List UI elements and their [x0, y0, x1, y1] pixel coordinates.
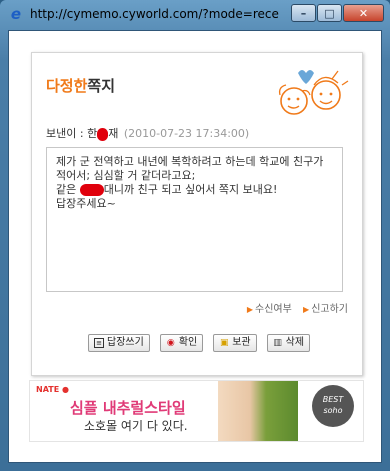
sender-label: 보낸이 : [46, 127, 88, 140]
message-body: 제가 군 전역하고 내년에 복학하려고 하는데 학교에 친구가 적어서; 심심할… [56, 155, 331, 211]
sent-date: (2010-07-23 17:34:00) [123, 127, 250, 140]
triangle-right-icon: ▶ [246, 305, 254, 314]
nate-logo: NATE ● [36, 385, 69, 394]
reply-button[interactable]: ≡ 답장쓰기 [88, 334, 150, 352]
folder-icon: ▣ [219, 338, 229, 348]
action-links: ▶ 수신여부 ▶ 신고하기 [247, 300, 348, 315]
message-line-2-end: 대니까 친구 되고 싶어서 쪽지 보내요! [103, 183, 278, 196]
confirm-button[interactable]: ◉ 확인 [159, 334, 204, 352]
sender-name-end[interactable]: 재 [108, 127, 118, 140]
receipt-status-link[interactable]: 수신여부 [255, 304, 292, 315]
message-line-3: 답장주세요~ [56, 197, 116, 210]
save-button-label: 보관 [232, 337, 251, 348]
window-title: http://cymemo.cyworld.com/?mode=receive.… [30, 7, 280, 21]
couple-doodle-icon [278, 70, 349, 115]
message-box[interactable]: 제가 군 전역하고 내년에 복학하려고 하는데 학교에 친구가 적어서; 심심할… [46, 147, 343, 292]
message-line-1: 제가 군 전역하고 내년에 복학하려고 하는데 학교에 친구가 적어서; 심심할… [56, 155, 327, 182]
minimize-button[interactable]: – [291, 4, 316, 22]
reply-button-label: 답장쓰기 [107, 337, 144, 348]
memo-brand: 다정한쪽지 [46, 75, 115, 96]
message-redaction [79, 184, 104, 196]
brand-dark-text: 쪽지 [87, 77, 116, 95]
action-buttons: ≡ 답장쓰기 ◉ 확인 ▣ 보관 ▥ 삭제 [88, 334, 311, 352]
browser-window: e http://cymemo.cyworld.com/?mode=receiv… [0, 0, 390, 471]
brand-colored-text: 다정한 [46, 77, 88, 95]
memo-write-icon: ≡ [94, 338, 104, 348]
best-soho-badge: BEST soho [312, 385, 354, 427]
message-line-2-start: 같은 [56, 183, 80, 196]
advertisement-banner[interactable]: NATE ● 심플 내추럴스타일 소호몰 여기 다 있다. BEST soho [29, 380, 364, 442]
ad-subline: 소호몰 여기 다 있다. [84, 419, 188, 433]
ad-headline: 심플 내추럴스타일 [70, 399, 186, 417]
window-controls: – □ ✕ [291, 4, 384, 22]
sender-name-start[interactable]: 한 [87, 127, 97, 140]
report-link[interactable]: 신고하기 [311, 304, 348, 315]
confirm-button-label: 확인 [178, 337, 198, 348]
memo-card: 다정한쪽지 보낸이 : 한재 (2010-07-23 17:34:00) 제가 … [31, 52, 363, 376]
title-bar[interactable]: e http://cymemo.cyworld.com/?mode=receiv… [4, 2, 386, 26]
sender-redaction [97, 127, 109, 141]
close-button[interactable]: ✕ [343, 4, 384, 22]
save-button[interactable]: ▣ 보관 [213, 334, 257, 352]
confirm-icon: ◉ [166, 338, 175, 348]
delete-button[interactable]: ▥ 삭제 [266, 334, 311, 352]
trash-icon: ▥ [273, 338, 282, 348]
delete-button-label: 삭제 [285, 337, 305, 348]
ad-photo [218, 381, 298, 441]
triangle-right-icon: ▶ [303, 305, 310, 314]
ie-browser-icon: e [10, 5, 22, 23]
sender-line: 보낸이 : 한재 (2010-07-23 17:34:00) [46, 125, 249, 141]
maximize-button[interactable]: □ [317, 4, 342, 22]
page-content: 다정한쪽지 보낸이 : 한재 (2010-07-23 17:34:00) 제가 … [8, 30, 382, 463]
